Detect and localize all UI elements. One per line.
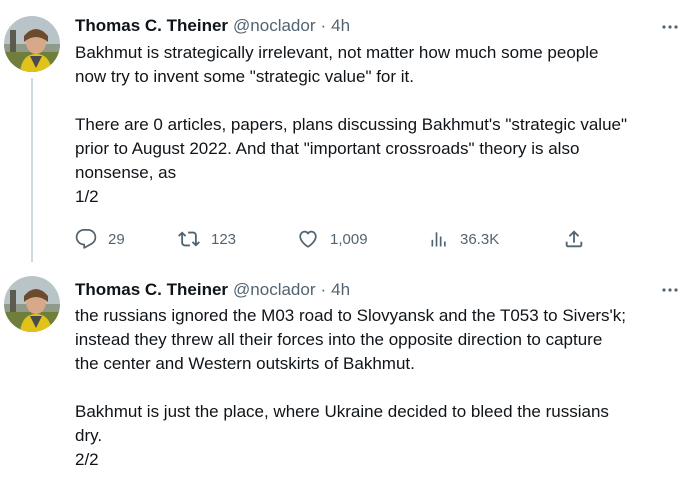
tweet-text-line: nonsense, as xyxy=(75,163,177,182)
tweet-text-line: Bakhmut is strategically irrelevant, not… xyxy=(75,43,599,62)
timestamp[interactable]: 4h xyxy=(331,16,350,36)
avatar[interactable] xyxy=(4,276,60,332)
views-button[interactable]: 36.3K xyxy=(429,224,499,254)
tweet-text-line: There are 0 articles, papers, plans disc… xyxy=(75,115,628,134)
separator-dot: · xyxy=(320,16,327,35)
display-name[interactable]: Thomas C. Theiner xyxy=(75,16,228,36)
views-count: 36.3K xyxy=(460,230,500,248)
more-options-button[interactable] xyxy=(659,279,681,301)
more-horizontal-icon xyxy=(662,288,678,292)
analytics-bar-icon xyxy=(431,232,446,247)
tweet-text-line: dry. xyxy=(75,426,103,445)
tweet-text: the russians ignored the M03 road to Slo… xyxy=(75,304,683,472)
tweet-text-line: now try to invent some "strategic value"… xyxy=(75,67,414,86)
tweet[interactable]: Thomas C. Theiner @noclador · 4h Bakhmut… xyxy=(0,0,689,262)
tweet-text-line: instead they threw all their forces into… xyxy=(75,330,603,349)
tweet-text: Bakhmut is strategically irrelevant, not… xyxy=(75,41,683,209)
display-name[interactable]: Thomas C. Theiner xyxy=(75,280,228,300)
avatar-photo-icon xyxy=(4,16,60,72)
tweet-text-line: the center and Western outskirts of Bakh… xyxy=(75,354,415,373)
like-button[interactable]: 1,009 xyxy=(297,224,368,254)
retweet-icon xyxy=(178,231,200,247)
user-handle[interactable]: @noclador xyxy=(233,280,315,300)
retweet-button[interactable]: 123 xyxy=(178,224,236,254)
more-options-button[interactable] xyxy=(659,16,681,38)
share-upload-icon xyxy=(565,230,583,248)
user-handle[interactable]: @noclador xyxy=(233,16,315,36)
tweet-text-line: Bakhmut is just the place, where Ukraine… xyxy=(75,402,609,421)
retweet-count: 123 xyxy=(211,230,237,248)
heart-icon xyxy=(299,230,317,248)
more-horizontal-icon xyxy=(662,25,678,29)
tweet[interactable]: Thomas C. Theiner @noclador · 4h the rus… xyxy=(0,262,689,480)
tweet-header: Thomas C. Theiner @noclador · 4h xyxy=(75,277,350,303)
tweet-text-line: prior to August 2022. And that "importan… xyxy=(75,139,580,158)
tweet-text-line: 1/2 xyxy=(75,187,99,206)
tweet-header: Thomas C. Theiner @noclador · 4h xyxy=(75,13,350,39)
avatar[interactable] xyxy=(4,16,60,72)
avatar-photo-icon xyxy=(4,276,60,332)
reply-count: 29 xyxy=(108,230,125,248)
tweet-text-line: the russians ignored the M03 road to Slo… xyxy=(75,306,627,325)
timestamp[interactable]: 4h xyxy=(331,280,350,300)
reply-button[interactable]: 29 xyxy=(75,224,125,254)
tweet-text-line: 2/2 xyxy=(75,450,99,469)
thread-connector-line xyxy=(31,78,33,262)
separator-dot: · xyxy=(320,280,327,299)
like-count: 1,009 xyxy=(330,230,368,248)
reply-icon xyxy=(75,228,97,249)
share-button[interactable] xyxy=(563,224,585,254)
tweet-actions: 29 123 1,009 36.3K xyxy=(75,224,595,254)
